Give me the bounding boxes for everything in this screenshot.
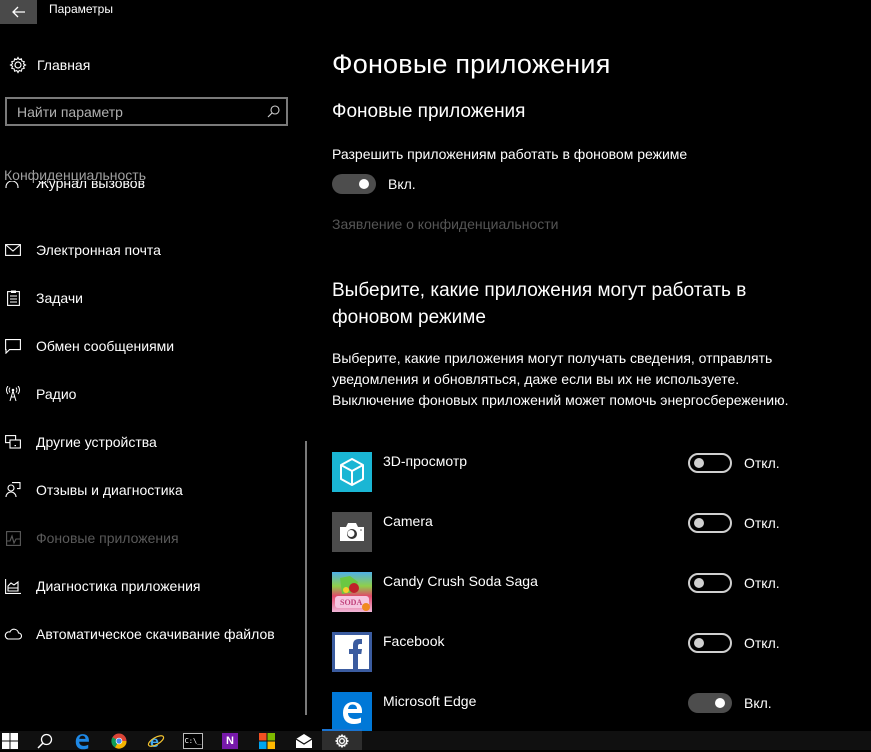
taskbar-edge[interactable]: [62, 731, 102, 750]
feedback-icon: [4, 481, 22, 499]
edge-icon: [75, 733, 89, 749]
app-toggle-group: Вкл.: [688, 693, 772, 713]
choose-apps-heading: Выберите, какие приложения могут работат…: [332, 280, 747, 328]
toggle-state-label: Откл.: [744, 515, 780, 531]
clock-icon: [5, 181, 19, 188]
chrome-icon: [111, 733, 127, 749]
allow-background-setting: Вкл.: [332, 174, 416, 194]
sidebar-item-call-history[interactable]: Журнал вызовов: [36, 181, 145, 192]
choose-apps-description: Выберите, какие приложения могут получат…: [332, 350, 789, 408]
page-title: Фоновые приложения: [332, 49, 611, 79]
sidebar-item-email[interactable]: Электронная почта: [0, 226, 300, 274]
candy-crush-icon: SODA: [332, 572, 372, 612]
devices-icon: [4, 433, 22, 451]
svg-text:SODA: SODA: [340, 598, 362, 607]
app-name: Microsoft Edge: [383, 693, 477, 709]
app-diagnostics-icon: [4, 577, 22, 595]
taskbar-onenote[interactable]: N: [210, 731, 250, 750]
app-row-candy-crush: SODA Candy Crush Soda Saga Откл.: [332, 572, 792, 632]
background-apps-icon: [4, 529, 22, 547]
app-toggle[interactable]: [688, 693, 732, 713]
ie-icon: e: [147, 734, 165, 750]
taskbar-command-prompt[interactable]: C:\_: [173, 731, 213, 750]
cmd-icon: C:\_: [183, 732, 203, 749]
toggle-state-label: Откл.: [744, 455, 780, 471]
taskbar-search-button[interactable]: [25, 731, 65, 750]
allow-background-label: Разрешить приложениям работать в фоновом…: [332, 146, 688, 162]
app-toggle[interactable]: [688, 513, 732, 533]
app-toggle[interactable]: [688, 573, 732, 593]
section-heading: Фоновые приложения: [332, 101, 526, 122]
radio-tower-icon: [4, 385, 22, 403]
sidebar-item-other-devices[interactable]: Другие устройства: [0, 418, 300, 466]
app-name: Candy Crush Soda Saga: [383, 573, 538, 589]
home-label: Главная: [37, 57, 91, 73]
sidebar-scrollbar[interactable]: [305, 441, 307, 715]
app-toggle-group: Откл.: [688, 573, 780, 593]
app-toggle-group: Откл.: [688, 453, 780, 473]
sidebar-item-app-diagnostics[interactable]: Диагностика приложения: [0, 562, 300, 610]
app-name: Camera: [383, 513, 433, 529]
toggle-state-label: Откл.: [744, 575, 780, 591]
toggle-knob: [715, 698, 725, 708]
app-row-facebook: Facebook Откл.: [332, 632, 792, 692]
settings-gear-icon: [335, 733, 349, 748]
toggle-knob: [694, 578, 704, 588]
back-arrow-icon: [11, 6, 25, 18]
app-row-camera: Camera Откл.: [332, 512, 792, 572]
app-list: 3D-просмотр Откл. Camera Откл. SODA Cand…: [332, 452, 792, 752]
facebook-icon: [332, 632, 372, 672]
toggle-state-label: Вкл.: [744, 695, 772, 711]
toggle-knob: [359, 179, 369, 189]
cloud-icon: [4, 625, 22, 643]
gear-icon: [0, 56, 36, 74]
clipboard-tasks-icon: [4, 289, 22, 307]
app-toggle[interactable]: [688, 633, 732, 653]
sidebar-nav: Электронная почта Задачи Обмен сообщения…: [0, 226, 300, 658]
allow-background-toggle[interactable]: [332, 174, 376, 194]
sidebar-item-tasks[interactable]: Задачи: [0, 274, 300, 322]
mail-icon: [296, 733, 312, 748]
app-name: Facebook: [383, 633, 445, 649]
taskbar-internet-explorer[interactable]: e: [136, 731, 176, 750]
app-row-3d-viewer: 3D-просмотр Откл.: [332, 452, 792, 512]
toggle-state-label: Откл.: [744, 635, 780, 651]
taskbar-settings[interactable]: [322, 729, 362, 750]
camera-icon: [332, 512, 372, 552]
app-toggle-group: Откл.: [688, 513, 780, 533]
app-title: Параметры: [49, 2, 113, 16]
search-icon: [37, 733, 53, 749]
toggle-knob: [694, 458, 704, 468]
search-input[interactable]: [7, 102, 260, 121]
taskbar-mail[interactable]: [284, 731, 324, 750]
sidebar-item-radio[interactable]: Радио: [0, 370, 300, 418]
toggle-knob: [694, 638, 704, 648]
store-icon: [259, 732, 275, 749]
windows-start-icon: [2, 732, 18, 749]
sidebar-home[interactable]: Главная: [0, 53, 90, 77]
app-toggle-group: Откл.: [688, 633, 780, 653]
sidebar-item-auto-downloads[interactable]: Автоматическое скачивание файлов: [0, 610, 300, 658]
edge-icon: [332, 692, 372, 732]
search-box[interactable]: [5, 97, 288, 126]
sidebar-item-messaging[interactable]: Обмен сообщениями: [0, 322, 300, 370]
search-icon[interactable]: [260, 105, 286, 118]
mail-icon: [4, 241, 22, 259]
app-toggle[interactable]: [688, 453, 732, 473]
sidebar-item-feedback[interactable]: Отзывы и диагностика: [0, 466, 300, 514]
toggle-knob: [694, 518, 704, 528]
title-bar: Параметры: [0, 0, 871, 24]
toggle-state-label: Вкл.: [388, 176, 416, 192]
privacy-statement-link[interactable]: Заявление о конфиденциальности: [332, 216, 558, 232]
app-name: 3D-просмотр: [383, 453, 468, 469]
sidebar-item-background-apps[interactable]: Фоновые приложения: [0, 514, 300, 562]
onenote-icon: N: [222, 732, 238, 749]
3d-viewer-icon: [332, 452, 372, 492]
taskbar: e C:\_ N: [0, 729, 871, 750]
taskbar-chrome[interactable]: [99, 731, 139, 750]
taskbar-store[interactable]: [247, 731, 287, 750]
back-button[interactable]: [0, 0, 37, 24]
chat-icon: [4, 337, 22, 355]
